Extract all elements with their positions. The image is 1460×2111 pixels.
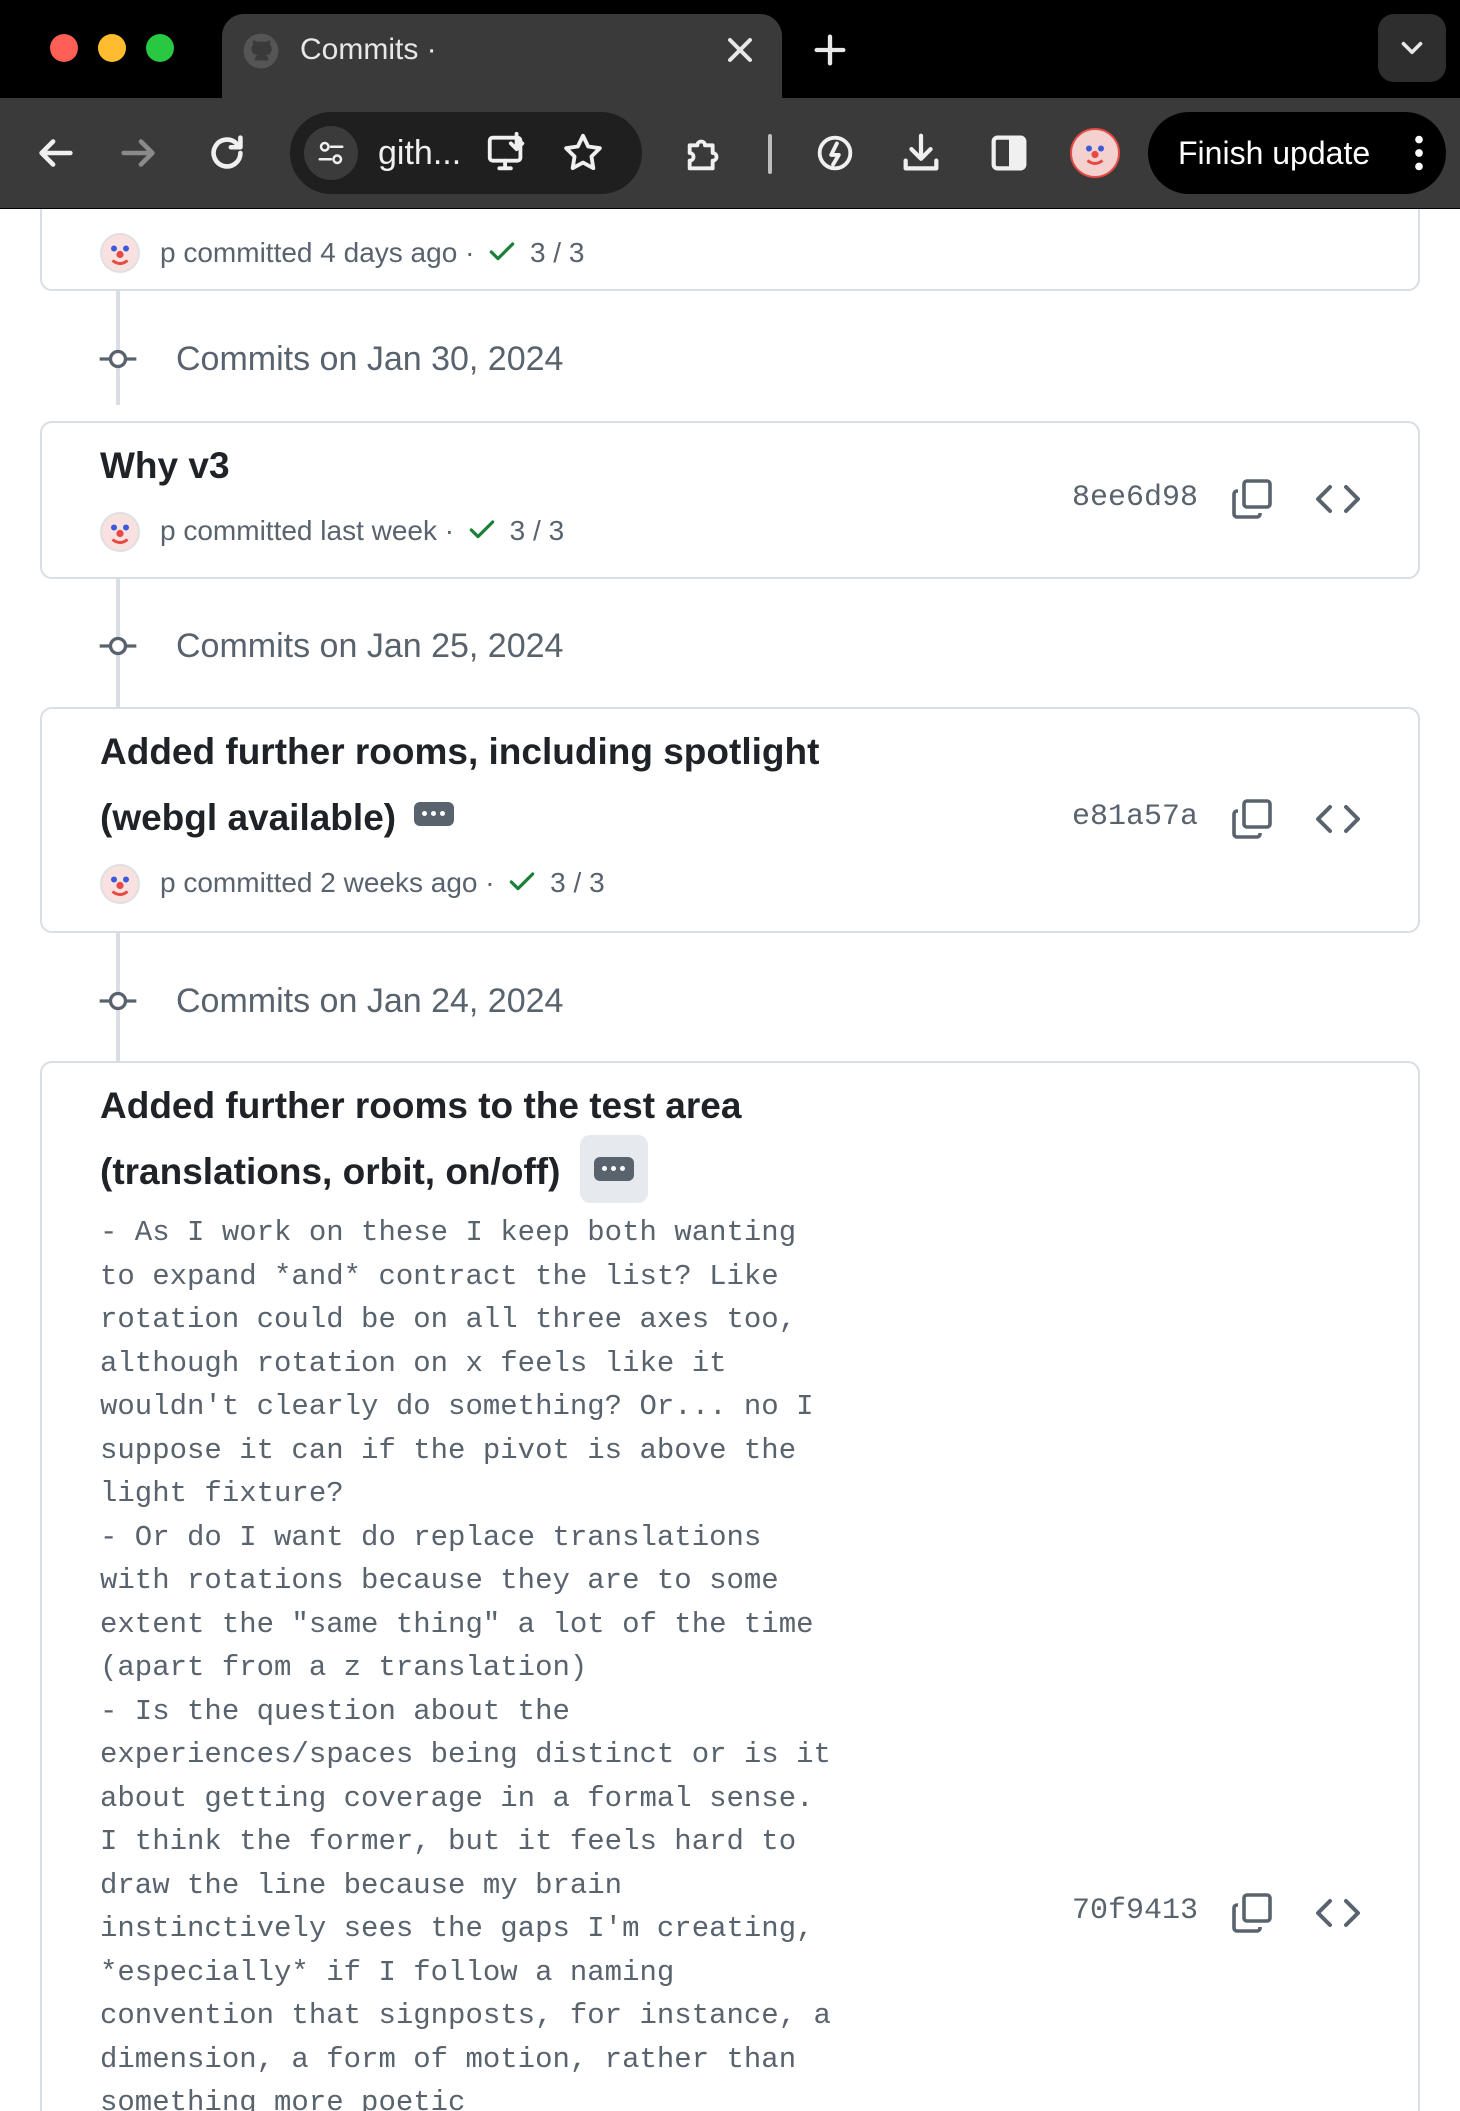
commit-card: Added further rooms, including spotlight… — [40, 707, 1420, 933]
commit-node-icon — [99, 991, 137, 1011]
back-arrow-icon[interactable] — [32, 130, 78, 176]
chevron-down-icon — [1401, 41, 1423, 55]
commit-time: committed last week — [183, 515, 437, 546]
check-icon[interactable] — [506, 866, 538, 898]
commit-title-line[interactable]: (translations, orbit, on/off) — [100, 1149, 560, 1195]
toolbar-divider — [768, 134, 772, 174]
window-close-button[interactable] — [50, 34, 78, 62]
commit-node-icon — [99, 636, 137, 656]
forward-arrow-icon[interactable] — [116, 130, 162, 176]
install-app-icon[interactable] — [484, 130, 530, 176]
clown-face-icon — [111, 245, 129, 265]
browser-toolbar: gith... Finish update — [0, 98, 1460, 208]
browse-code-icon[interactable] — [1314, 1889, 1362, 1937]
commit-card: Added further rooms to the test area (tr… — [40, 1061, 1420, 2111]
check-count[interactable]: 3 / 3 — [510, 515, 564, 546]
url-text: gith... — [378, 134, 462, 172]
author-avatar[interactable] — [100, 864, 140, 904]
github-favicon-icon — [243, 33, 279, 69]
tab-title: Commits · — [300, 33, 437, 66]
commit-sha[interactable]: 8ee6d98 — [1072, 478, 1198, 518]
kebab-menu-icon[interactable] — [1396, 130, 1442, 176]
commit-time: committed 4 days ago — [183, 237, 458, 268]
check-icon[interactable] — [486, 236, 518, 268]
tab-strip: Commits · — [0, 0, 1460, 98]
finish-update-button[interactable]: Finish update — [1148, 112, 1446, 194]
commit-card: p committed 4 days ago · 3 / 3 — [40, 209, 1420, 291]
commit-meta: p committed last week · 3 / 3 — [160, 514, 565, 546]
download-icon[interactable] — [898, 130, 944, 176]
reload-icon[interactable] — [204, 130, 250, 176]
commit-sha[interactable]: e81a57a — [1072, 797, 1198, 837]
commit-node-icon — [99, 349, 137, 369]
commit-title-line-2: (webgl available) — [100, 795, 455, 841]
extensions-puzzle-icon[interactable] — [682, 130, 728, 176]
profile-avatar[interactable] — [1070, 128, 1120, 178]
bookmark-star-icon[interactable] — [560, 130, 606, 176]
clown-face-icon — [111, 876, 129, 896]
browse-code-icon[interactable] — [1314, 795, 1362, 843]
window-minimize-button[interactable] — [98, 34, 126, 62]
browser-chrome: Commits · gith... Finish update — [0, 0, 1460, 210]
commit-meta: p committed 4 days ago · 3 / 3 — [160, 236, 585, 268]
commit-title[interactable]: Why v3 — [100, 443, 230, 489]
tab-search-button[interactable] — [1378, 14, 1446, 82]
browse-code-icon[interactable] — [1314, 475, 1362, 523]
clown-face-icon — [1086, 145, 1104, 165]
copy-icon[interactable] — [1228, 1889, 1276, 1937]
author-name[interactable]: p — [160, 515, 176, 546]
ellipsis-expander-button[interactable] — [414, 802, 455, 826]
browser-tab-commits[interactable]: Commits · — [222, 14, 782, 98]
commits-page: p committed 4 days ago · 3 / 3 Commits o… — [0, 209, 1460, 2111]
finish-update-label: Finish update — [1178, 135, 1371, 171]
author-avatar[interactable] — [100, 233, 140, 273]
author-name[interactable]: p — [160, 237, 176, 268]
window-maximize-button[interactable] — [146, 34, 174, 62]
commit-meta: p committed 2 weeks ago · 3 / 3 — [160, 866, 605, 898]
commit-description: - As I work on these I keep both wanting… — [100, 1216, 831, 2111]
commit-card: Why v3 p committed last week · 3 / 3 8ee… — [40, 421, 1420, 579]
date-header: Commits on Jan 24, 2024 — [176, 982, 564, 1020]
check-icon[interactable] — [466, 514, 498, 546]
close-tab-icon[interactable] — [720, 30, 760, 70]
date-header: Commits on Jan 30, 2024 — [176, 340, 564, 378]
copy-icon[interactable] — [1228, 795, 1276, 843]
clown-face-icon — [111, 524, 129, 544]
commit-title-line[interactable]: (webgl available) — [100, 797, 396, 838]
commit-title-line[interactable]: Added further rooms, including spotlight — [100, 729, 819, 775]
ellipsis-expander-button[interactable] — [580, 1135, 648, 1203]
author-name[interactable]: p — [160, 867, 176, 898]
ellipsis-icon — [594, 1157, 634, 1181]
new-tab-icon[interactable] — [810, 30, 850, 70]
commit-title-line[interactable]: Added further rooms to the test area — [100, 1083, 741, 1129]
commit-sha[interactable]: 70f9413 — [1072, 1891, 1198, 1931]
check-count[interactable]: 3 / 3 — [530, 237, 584, 268]
check-count[interactable]: 3 / 3 — [550, 867, 604, 898]
tune-icon — [318, 141, 344, 165]
address-bar[interactable]: gith... — [290, 112, 642, 194]
side-panel-icon[interactable] — [986, 130, 1032, 176]
site-info-button[interactable] — [304, 126, 358, 180]
commit-time: committed 2 weeks ago — [183, 867, 478, 898]
copy-icon[interactable] — [1228, 475, 1276, 523]
author-avatar[interactable] — [100, 512, 140, 552]
performance-icon[interactable] — [812, 130, 858, 176]
date-header: Commits on Jan 25, 2024 — [176, 627, 564, 665]
